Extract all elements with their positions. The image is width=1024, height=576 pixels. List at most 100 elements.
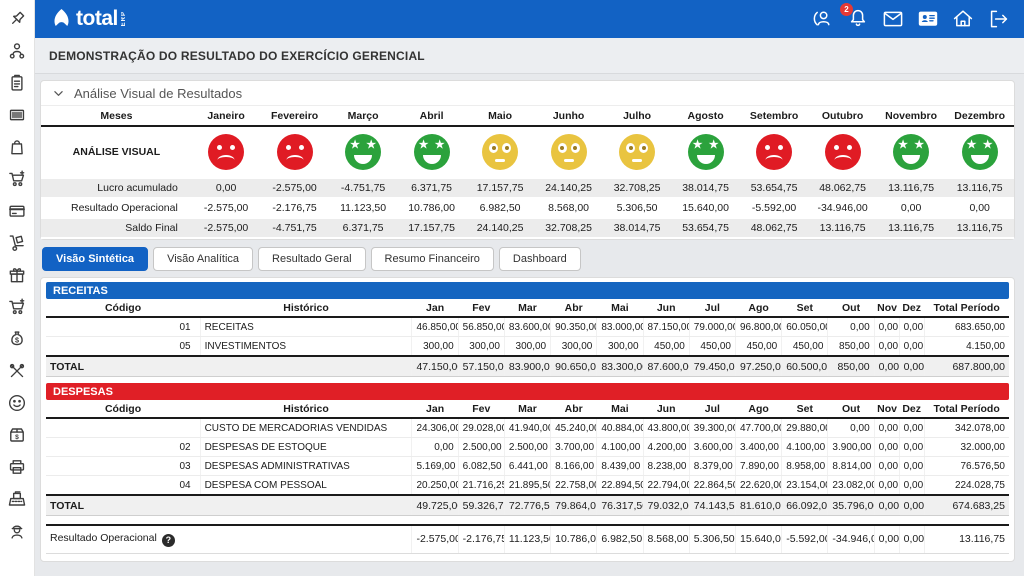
month-header: Out [828, 299, 874, 317]
star-face-icon: ★★ [893, 134, 929, 170]
barcode-icon[interactable] [7, 105, 27, 125]
value-cell: 0,00 [874, 438, 899, 457]
codigo-cell: 05 [46, 337, 200, 357]
detail-row[interactable]: 03DESPESAS ADMINISTRATIVAS5.169,006.082,… [46, 457, 1009, 476]
smiley-icon[interactable] [7, 393, 27, 413]
gift-box-icon[interactable] [7, 265, 27, 285]
total-label: TOTAL [46, 495, 412, 516]
value-cell: 38.014,75 [671, 178, 740, 198]
value-cell: -2.575,00 [412, 525, 458, 553]
pin-icon[interactable] [7, 9, 27, 29]
value-cell: 22.864,50 [689, 476, 735, 496]
total-value-cell: 57.150,00 [458, 356, 504, 377]
value-cell: 20.250,00 [412, 476, 458, 496]
cash-box-icon[interactable]: $ [7, 425, 27, 445]
total-value-cell: 0,00 [899, 356, 924, 377]
sad-face-icon [756, 134, 792, 170]
total-value-cell: 49.725,00 [412, 495, 458, 516]
value-cell: 53.654,75 [740, 178, 809, 198]
tools-icon[interactable] [7, 361, 27, 381]
value-cell: 17.157,75 [397, 218, 466, 238]
mail-envelope-icon[interactable] [881, 7, 905, 31]
neutral-face-icon [551, 134, 587, 170]
value-cell: -2.575,00 [192, 198, 261, 218]
value-cell: 87.150,00 [643, 317, 689, 337]
value-cell: 21.716,25 [458, 476, 504, 496]
sad-face-icon [825, 134, 861, 170]
notifications-bell-icon[interactable]: 2 [846, 7, 870, 31]
value-cell: 0,00 [874, 457, 899, 476]
detail-row[interactable]: CUSTO DE MERCADORIAS VENDIDAS24.306,0029… [46, 418, 1009, 438]
help-icon[interactable]: ? [162, 534, 175, 547]
star-face-icon: ★★ [688, 134, 724, 170]
printer-icon[interactable] [7, 457, 27, 477]
value-cell: 0,00 [412, 438, 458, 457]
tab-visao-analitica[interactable]: Visão Analítica [153, 247, 253, 271]
tab-resumo-financeiro[interactable]: Resumo Financeiro [371, 247, 494, 271]
detail-row[interactable]: 01RECEITAS46.850,0056.850,0083.600,0090.… [46, 317, 1009, 337]
value-cell: 6.982,50 [597, 525, 643, 553]
value-cell: 11.123,50 [504, 525, 550, 553]
value-cell: 10.786,00 [551, 525, 597, 553]
value-cell: 6.371,75 [329, 218, 398, 238]
value-cell: 0,00 [874, 337, 899, 357]
support-agent-icon[interactable] [811, 7, 835, 31]
value-cell: 0,00 [874, 476, 899, 496]
historico-header: Histórico [200, 400, 412, 418]
main-content: Análise Visual de Resultados MesesJaneir… [35, 74, 1024, 576]
value-cell: 8.379,00 [689, 457, 735, 476]
value-cell: -4.751,75 [260, 218, 329, 238]
detail-row[interactable]: 04DESPESA COM PESSOAL20.250,0021.716,252… [46, 476, 1009, 496]
total-value-cell: 90.650,00 [551, 356, 597, 377]
shopping-bag-icon[interactable] [7, 137, 27, 157]
svg-text:$: $ [15, 335, 19, 344]
month-header: Dezembro [945, 106, 1014, 126]
value-cell: 13.116,75 [945, 218, 1014, 238]
total-value-cell: 79.450,00 [689, 356, 735, 377]
total-value-cell: 0,00 [874, 356, 899, 377]
value-cell: 6.441,00 [504, 457, 550, 476]
detail-row[interactable]: 02DESPESAS DE ESTOQUE0,002.500,002.500,0… [46, 438, 1009, 457]
value-cell: -2.176,75 [260, 198, 329, 218]
total-value-cell: 0,00 [899, 495, 924, 516]
value-cell: 22.894,50 [597, 476, 643, 496]
app-logo[interactable]: total ERP [49, 7, 127, 32]
cash-register-icon[interactable] [7, 489, 27, 509]
cart-add-icon[interactable] [7, 297, 27, 317]
value-cell: -2.575,00 [260, 178, 329, 198]
month-header: Mar [504, 299, 550, 317]
value-cell: 13.116,75 [945, 178, 1014, 198]
value-cell: 5.169,00 [412, 457, 458, 476]
historico-cell: CUSTO DE MERCADORIAS VENDIDAS [200, 418, 412, 438]
logout-icon[interactable] [986, 7, 1010, 31]
page-title: DEMONSTRAÇÃO DO RESULTADO DO EXERCÍCIO G… [35, 38, 1024, 74]
contact-card-icon[interactable] [916, 7, 940, 31]
value-cell: 6.371,75 [397, 178, 466, 198]
worker-icon[interactable] [7, 521, 27, 541]
value-cell: 0,00 [899, 438, 924, 457]
value-cell: 3.900,00 [828, 438, 874, 457]
credit-card-icon[interactable] [7, 201, 27, 221]
home-icon[interactable] [951, 7, 975, 31]
value-cell: 0,00 [874, 317, 899, 337]
hand-truck-icon[interactable] [7, 233, 27, 253]
codigo-cell [46, 418, 200, 438]
tab-dashboard[interactable]: Dashboard [499, 247, 581, 271]
value-cell: 56.850,00 [458, 317, 504, 337]
value-cell: 29.880,00 [782, 418, 828, 438]
org-person-icon[interactable] [7, 41, 27, 61]
shopping-cart-icon[interactable] [7, 169, 27, 189]
visual-analysis-section-header[interactable]: Análise Visual de Resultados [41, 81, 1014, 106]
visual-analysis-panel: Análise Visual de Resultados MesesJaneir… [40, 80, 1015, 240]
tab-visao-sintetica[interactable]: Visão Sintética [42, 247, 148, 271]
value-cell: 48.062,75 [740, 218, 809, 238]
money-bag-icon[interactable]: $ [7, 329, 27, 349]
month-header: Jul [689, 299, 735, 317]
detail-row[interactable]: 05INVESTIMENTOS300,00300,00300,00300,003… [46, 337, 1009, 357]
historico-cell: DESPESAS DE ESTOQUE [200, 438, 412, 457]
clipboard-icon[interactable] [7, 73, 27, 93]
value-cell: 4.100,00 [597, 438, 643, 457]
total-cell: 4.150,00 [924, 337, 1009, 357]
value-cell: 23.082,00 [828, 476, 874, 496]
tab-resultado-geral[interactable]: Resultado Geral [258, 247, 366, 271]
